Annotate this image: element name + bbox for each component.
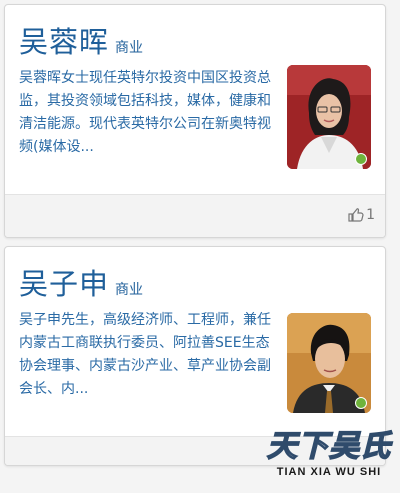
online-status-icon	[355, 397, 367, 409]
person-bio: 吴蓉晖女士现任英特尔投资中国区投资总监，其投资领域包括科技，媒体，健康和清洁能源…	[19, 70, 271, 155]
category-label[interactable]: 商业	[115, 37, 143, 57]
card-body: 吴蓉晖 商业 吴蓉晖女士现任英特尔投资中国区投资总监，其投资领域包括科技，媒体，…	[5, 5, 385, 193]
like-count: 1	[366, 207, 375, 223]
watermark-title: 天下吴氏	[266, 429, 391, 465]
name-row: 吴蓉晖 商业	[19, 19, 143, 61]
name-row: 吴子申 商业	[19, 261, 143, 303]
person-bio: 吴子申先生，高级经济师、工程师，兼任内蒙古工商联执行委员、阿拉善SEE生态协会理…	[19, 312, 271, 397]
card-body: 吴子申 商业 吴子申先生，高级经济师、工程师，兼任内蒙古工商联执行委员、阿拉善S…	[5, 247, 385, 435]
person-name[interactable]: 吴蓉晖	[19, 19, 109, 61]
card-footer: 1	[5, 194, 385, 237]
category-label[interactable]: 商业	[115, 279, 143, 299]
site-watermark: 天下吴氏 TIAN XIA WU SHI	[262, 429, 396, 490]
portrait-photo[interactable]	[287, 65, 371, 169]
like-button[interactable]: 1	[348, 207, 375, 223]
person-card[interactable]: 吴蓉晖 商业 吴蓉晖女士现任英特尔投资中国区投资总监，其投资领域包括科技，媒体，…	[4, 4, 386, 238]
person-name[interactable]: 吴子申	[19, 261, 109, 303]
thumbs-up-icon	[348, 208, 364, 222]
page: 吴蓉晖 商业 吴蓉晖女士现任英特尔投资中国区投资总监，其投资领域包括科技，媒体，…	[0, 0, 400, 493]
portrait-photo[interactable]	[287, 313, 371, 413]
watermark-subtitle: TIAN XIA WU SHI	[276, 466, 382, 478]
online-status-icon	[355, 153, 367, 165]
